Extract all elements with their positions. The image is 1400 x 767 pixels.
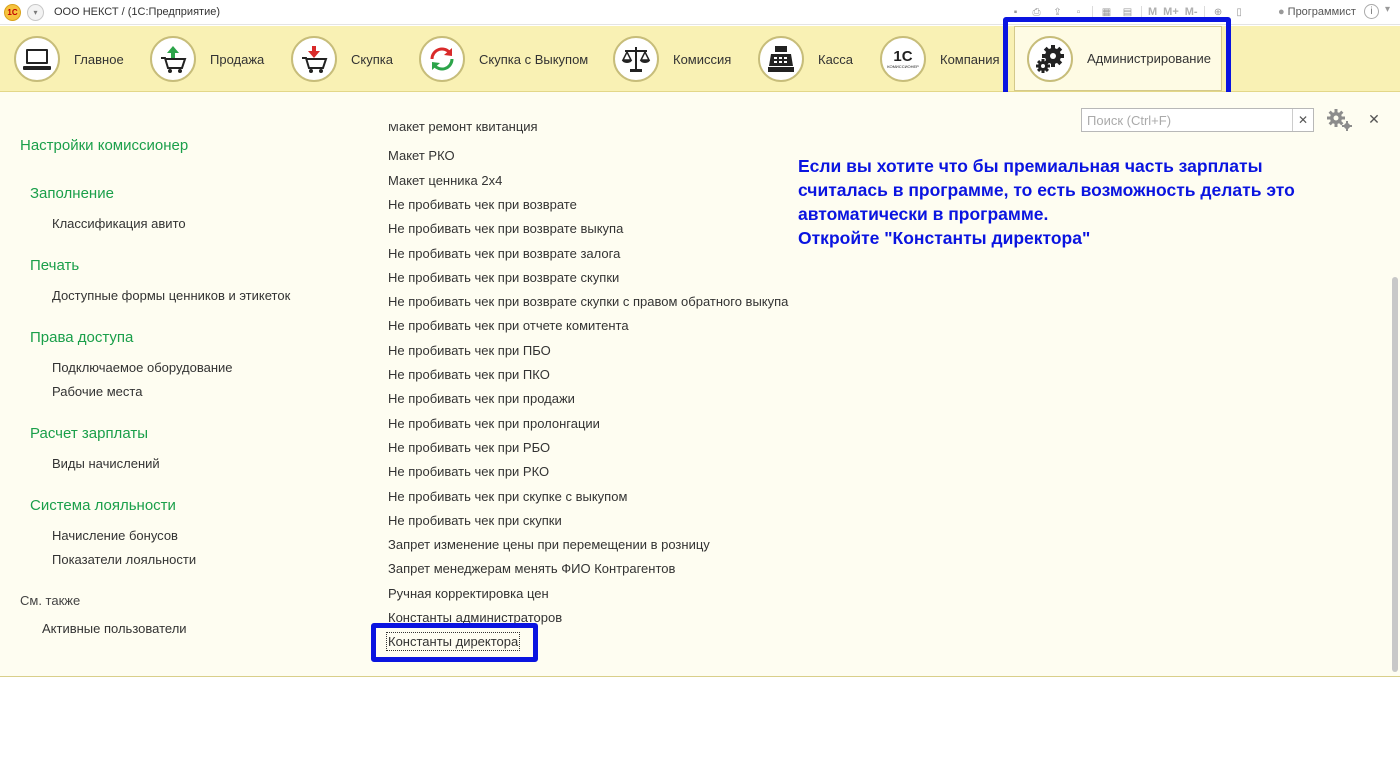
user-name: Программист (1287, 6, 1356, 18)
highlight-director-constants-frame (371, 623, 538, 662)
1c-logo-icon[interactable]: 1С (4, 4, 21, 21)
nav-link-workplaces[interactable]: Рабочие места (52, 384, 142, 399)
window-title: ООО НЕКСТ / (1С:Предприятие) (54, 6, 220, 18)
annotation-line: считалась в программе, то есть возможнос… (798, 180, 1295, 200)
list-item[interactable]: Не пробивать чек при отчете комитента (388, 318, 629, 333)
group-header-payroll: Расчет зарплаты (30, 425, 148, 442)
section-label: Скупка (351, 51, 393, 67)
close-icon[interactable]: ✕ (1367, 110, 1381, 128)
list-item[interactable]: Не пробивать чек при возврате (388, 197, 577, 212)
main-menu-button[interactable]: ▾ (27, 4, 44, 21)
list-item[interactable]: Не пробивать чек при возврате выкупа (388, 221, 623, 236)
annotation-line: Если вы хотите что бы премиальная часть … (798, 156, 1263, 176)
list-item[interactable]: Ручная корректировка цен (388, 586, 549, 601)
tutorial-annotation: Если вы хотите что бы премиальная часть … (798, 154, 1358, 250)
list-item[interactable]: Не пробивать чек при продажи (388, 391, 575, 406)
nav-link-bonus-accrual[interactable]: Начисление бонусов (52, 528, 178, 543)
info-icon[interactable]: i (1364, 4, 1379, 19)
section-label: Касса (818, 51, 854, 67)
window-layout-icon[interactable]: ▯ (1232, 5, 1247, 20)
search-box: ✕ (1081, 108, 1314, 132)
settings-gear-icon[interactable] (1325, 108, 1353, 132)
section-cash[interactable]: Касса (758, 32, 853, 86)
list-item[interactable]: Не пробивать чек при РБО (388, 440, 550, 455)
annotation-line: Откройте "Константы директора" (798, 228, 1091, 248)
section-purchase[interactable]: Скупка (291, 32, 393, 86)
section-commission[interactable]: Комиссия (613, 32, 731, 86)
list-item[interactable]: Не пробивать чек при РКО (388, 464, 549, 479)
nav-link-price-tag-forms[interactable]: Доступные формы ценников и этикеток (52, 288, 290, 303)
list-item[interactable]: Макет ценника 2х4 (388, 173, 502, 188)
section-purchase-redeem[interactable]: Скупка с Выкупом (419, 32, 588, 86)
section-label: Комиссия (673, 51, 732, 67)
list-item[interactable]: Запрет изменение цены при перемещении в … (388, 537, 710, 552)
list-item[interactable]: Не пробивать чек при ПКО (388, 367, 550, 382)
group-header-access: Права доступа (30, 329, 134, 346)
nav-link-loyalty-indicators[interactable]: Показатели лояльности (52, 552, 196, 567)
section-company[interactable]: 1C КОМИССИОНЕР Компания (880, 32, 1000, 86)
company-icon-subtext: КОМИССИОНЕР (887, 63, 919, 69)
group-header-loyalty: Система лояльности (30, 497, 176, 514)
computer-icon (14, 36, 60, 82)
company-icon-text: 1C (893, 47, 913, 65)
nav-link-avito-classification[interactable]: Классификация авито (52, 216, 186, 231)
list-item[interactable]: Не пробивать чек при возврате скупки (388, 270, 619, 285)
list-item[interactable]: Не пробивать чек при возврате скупки с п… (388, 294, 788, 309)
list-item[interactable]: Не пробивать чек при скупке с выкупом (388, 489, 627, 504)
cash-register-icon (758, 36, 804, 82)
list-item-partial[interactable]: Макет ремонт квитанция (388, 124, 538, 134)
nav-link-equipment[interactable]: Подключаемое оборудование (52, 360, 233, 375)
scales-icon (613, 36, 659, 82)
section-sales[interactable]: Продажа (150, 32, 264, 86)
vertical-scrollbar[interactable] (1392, 277, 1398, 672)
group-header-fill: Заполнение (30, 185, 114, 202)
section-label: Компания (940, 51, 1000, 67)
list-item-partial-label: Макет ремонт квитанция (388, 124, 538, 134)
section-label: Продажа (210, 51, 265, 67)
list-item[interactable]: Макет РКО (388, 148, 455, 163)
cart-arrow-down-icon (291, 36, 337, 82)
recycle-arrows-icon (419, 36, 465, 82)
1c-company-icon: 1C КОМИССИОНЕР (880, 36, 926, 82)
highlight-administration-frame (1003, 17, 1231, 100)
section-label: Скупка с Выкупом (479, 51, 589, 67)
cart-arrow-up-icon (150, 36, 196, 82)
list-item[interactable]: Запрет менеджерам менять ФИО Контрагенто… (388, 561, 675, 576)
search-input[interactable] (1082, 109, 1292, 131)
user-icon: ● (1278, 6, 1285, 18)
group-header-print: Печать (30, 257, 80, 274)
see-also-label: См. также (20, 593, 81, 608)
nav-link-active-users[interactable]: Активные пользователи (42, 621, 187, 636)
chevron-down-icon[interactable]: ▾ (1385, 4, 1390, 15)
panel-title: Настройки комиссионер (20, 137, 189, 154)
clear-search-icon[interactable]: ✕ (1292, 109, 1313, 131)
list-item[interactable]: Не пробивать чек при возврате залога (388, 246, 620, 261)
list-item[interactable]: Не пробивать чек при скупки (388, 513, 562, 528)
list-item[interactable]: Не пробивать чек при ПБО (388, 343, 551, 358)
list-item[interactable]: Не пробивать чек при пролонгации (388, 416, 600, 431)
nav-link-accrual-types[interactable]: Виды начислений (52, 456, 160, 471)
current-user[interactable]: ● Программист (1278, 6, 1356, 18)
section-label: Главное (74, 51, 124, 67)
settings-panel: Настройки комиссионер Заполнение Классиф… (0, 92, 1400, 677)
annotation-line: автоматически в программе. (798, 204, 1049, 224)
section-main[interactable]: Главное (14, 32, 124, 86)
